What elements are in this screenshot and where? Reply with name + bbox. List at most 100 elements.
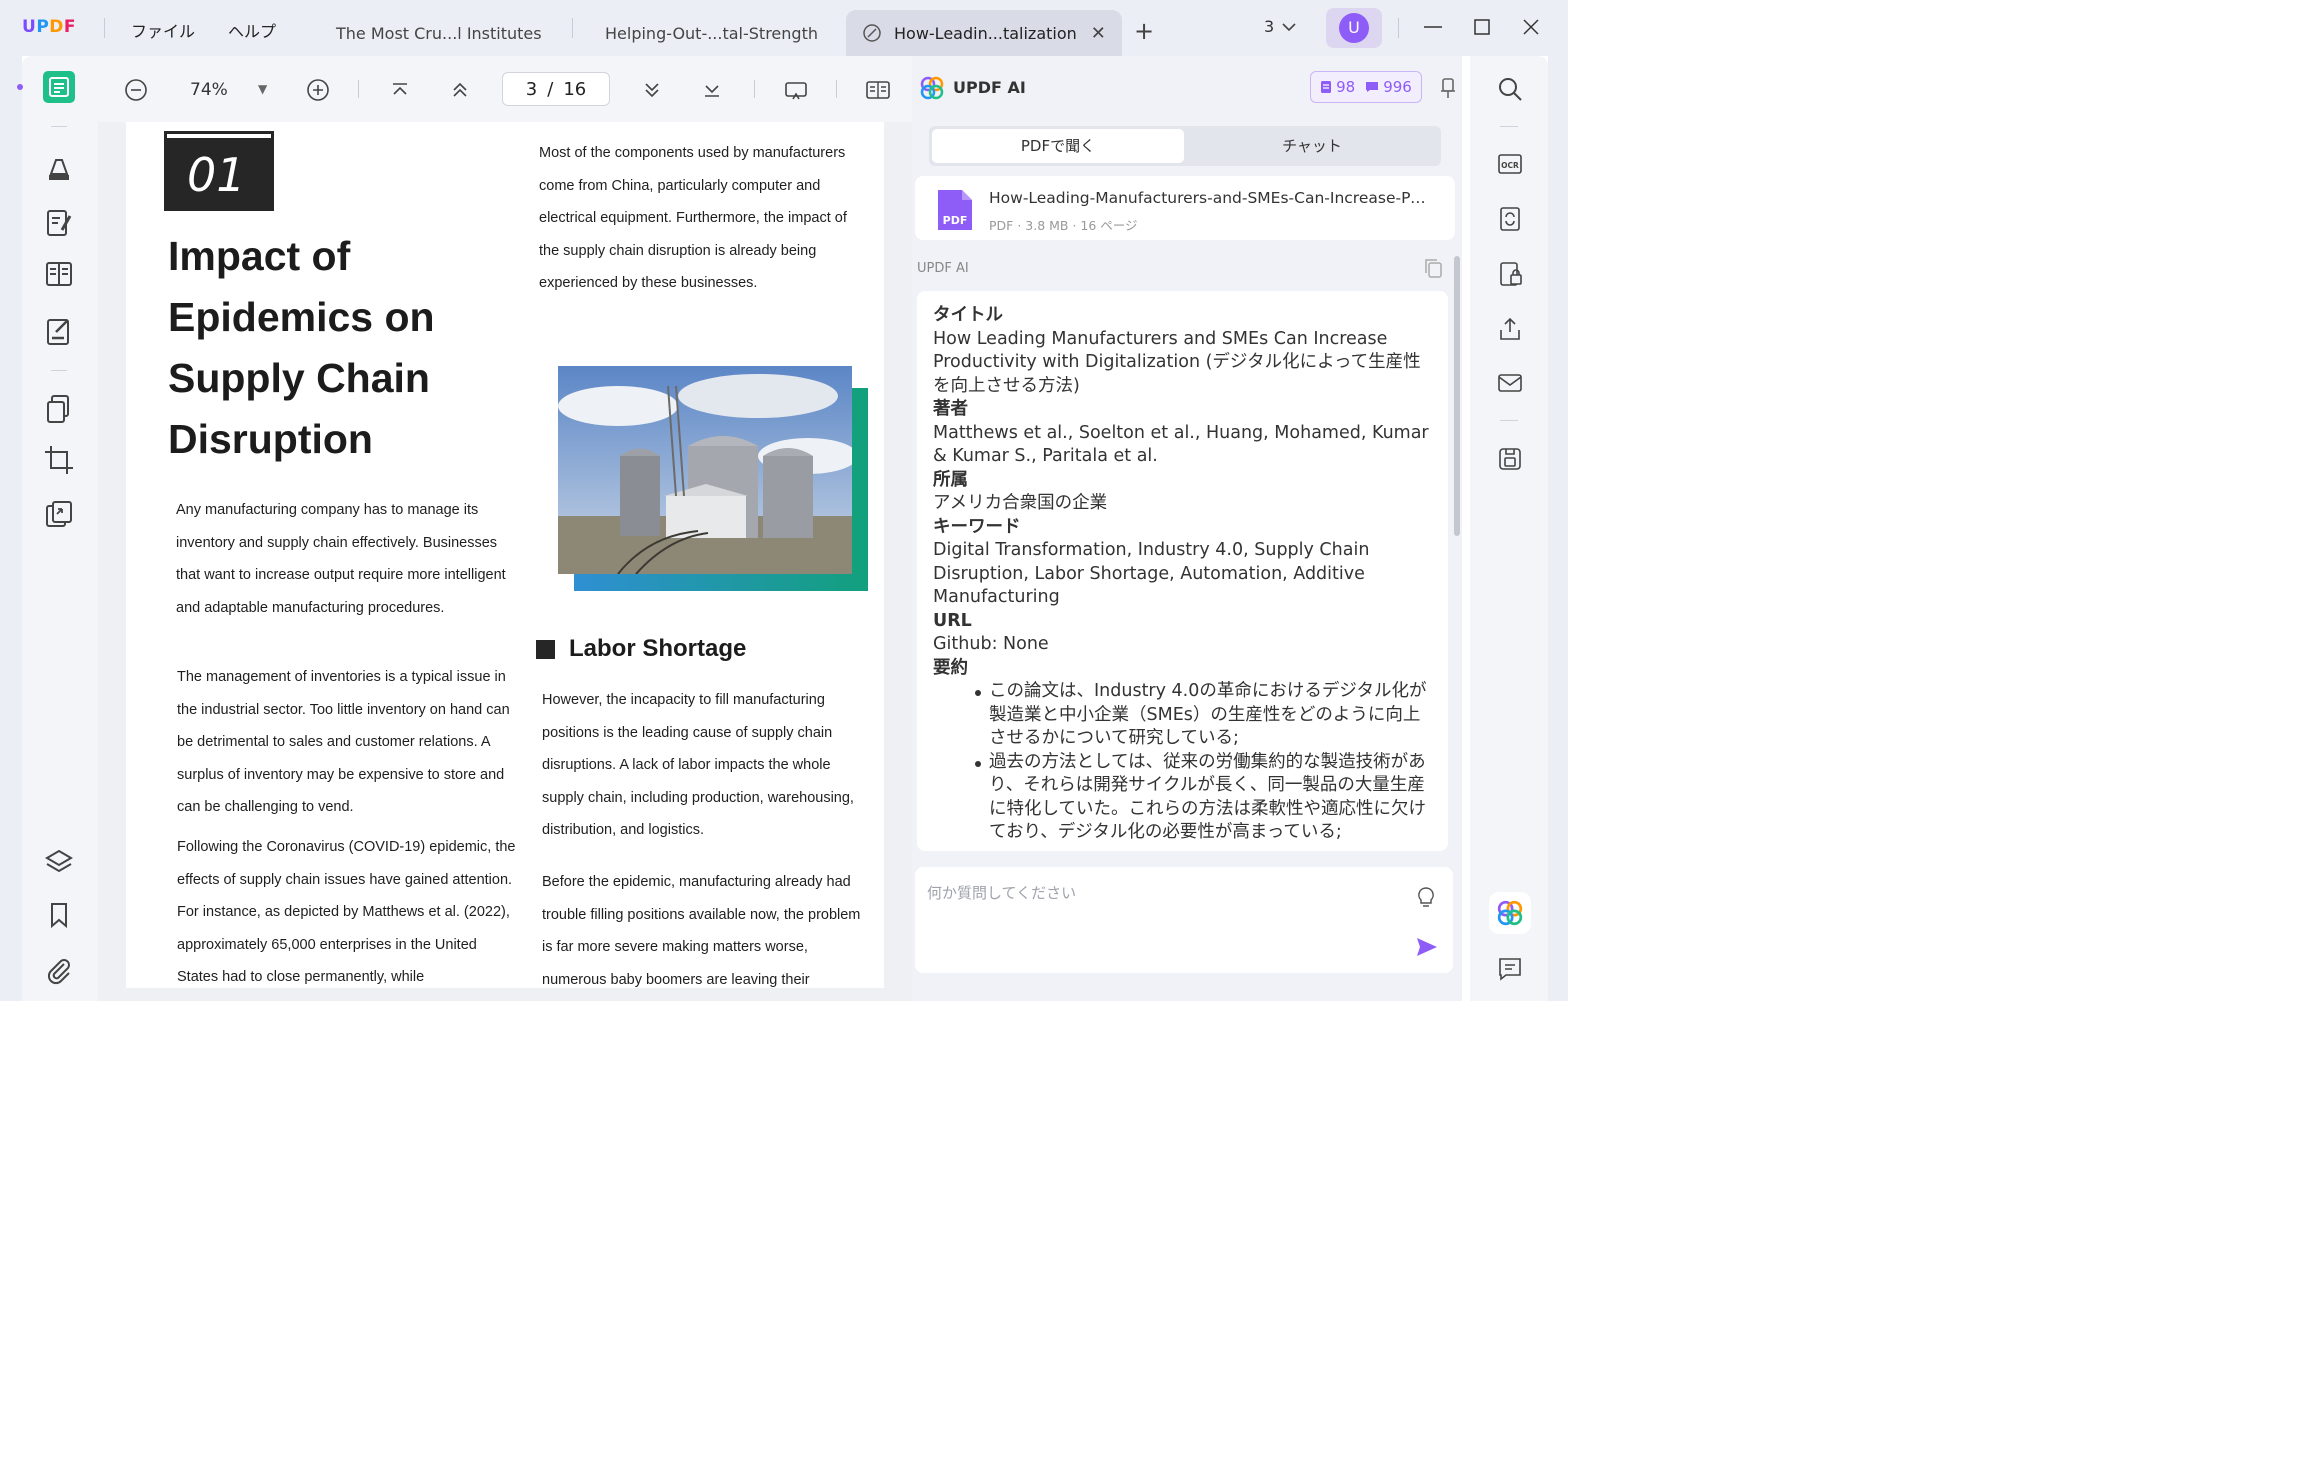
divider bbox=[1398, 18, 1399, 38]
response-heading: 著者 bbox=[933, 399, 968, 419]
search-icon[interactable] bbox=[1497, 76, 1523, 102]
pdf-paragraph: However, the incapacity to fill manufact… bbox=[542, 692, 854, 838]
pdf-paragraph: Before the epidemic, manufacturing alrea… bbox=[542, 874, 861, 988]
bookmark-icon[interactable] bbox=[42, 898, 76, 932]
pdf-heading: Impact of Epidemics on Supply Chain Disr… bbox=[168, 233, 435, 462]
ai-scrollbar[interactable] bbox=[1454, 256, 1460, 536]
updf-ai-icon bbox=[1497, 900, 1523, 926]
page-layout-icon[interactable] bbox=[42, 257, 76, 291]
ai-title: UPDF AI bbox=[953, 78, 1026, 97]
ocr-icon[interactable]: OCR bbox=[1497, 151, 1523, 177]
zoom-out-icon[interactable] bbox=[124, 78, 148, 102]
tab-ask-pdf[interactable]: PDFで聞く bbox=[932, 129, 1184, 163]
email-icon[interactable] bbox=[1497, 370, 1523, 396]
maximize-icon[interactable] bbox=[1471, 16, 1493, 38]
ai-mode-tabs: PDFで聞く チャット bbox=[929, 126, 1441, 166]
window-count-dropdown[interactable]: 3 bbox=[1264, 17, 1296, 36]
previous-page-icon[interactable] bbox=[448, 78, 472, 102]
pdf-page: 01 Impact of Epidemics on Supply Chain D… bbox=[126, 122, 884, 988]
response-text: How Leading Manufacturers and SMEs Can I… bbox=[933, 328, 1421, 396]
reader-mode-icon[interactable] bbox=[42, 70, 76, 104]
ai-response-card: タイトル How Leading Manufacturers and SMEs … bbox=[917, 291, 1448, 851]
menu-help[interactable]: ヘルプ bbox=[228, 18, 276, 42]
organize-pages-icon[interactable] bbox=[42, 392, 76, 426]
ai-quota-badge[interactable]: 98 996 bbox=[1310, 71, 1422, 103]
response-heading: URL bbox=[933, 610, 972, 631]
response-heading: タイトル bbox=[933, 305, 1003, 325]
lightbulb-icon[interactable] bbox=[1415, 885, 1437, 909]
tab-title: How-Leadin...talization bbox=[894, 23, 1077, 43]
zoom-level[interactable]: 74% bbox=[190, 80, 228, 100]
tab-chat[interactable]: チャット bbox=[1186, 129, 1438, 163]
copy-icon[interactable] bbox=[1423, 257, 1443, 279]
ai-response-body: タイトル How Leading Manufacturers and SMEs … bbox=[933, 304, 1435, 845]
section-heading-text: Labor Shortage bbox=[569, 635, 747, 662]
tab-document-1[interactable]: The Most Cru...l Institutes bbox=[320, 10, 558, 56]
updf-logo: UPDF bbox=[22, 17, 77, 37]
tab-title: Helping-Out-...tal-Strength bbox=[605, 23, 818, 43]
file-meta: PDF · 3.8 MB · 16 ページ bbox=[989, 218, 1138, 233]
section-number-badge: 01 bbox=[164, 131, 274, 211]
comments-list-icon[interactable] bbox=[1497, 956, 1523, 982]
presentation-icon[interactable] bbox=[784, 78, 808, 102]
save-icon[interactable] bbox=[1497, 446, 1523, 472]
page-view-icon[interactable] bbox=[866, 78, 890, 102]
divider bbox=[836, 80, 837, 98]
minimize-icon[interactable] bbox=[1422, 16, 1444, 38]
close-tab-icon[interactable]: ✕ bbox=[1091, 23, 1106, 44]
tab-title: The Most Cru...l Institutes bbox=[336, 23, 542, 43]
crop-icon[interactable] bbox=[42, 443, 76, 477]
divider bbox=[51, 370, 67, 371]
chat-icon bbox=[1366, 82, 1379, 92]
share-icon[interactable] bbox=[1497, 316, 1523, 342]
grain-silo-photo bbox=[558, 366, 868, 591]
attached-file-card[interactable]: PDF How-Leading-Manufacturers-and-SMEs-C… bbox=[915, 176, 1455, 240]
total-pages: 16 bbox=[563, 78, 587, 100]
zoom-dropdown-icon[interactable]: ▼ bbox=[258, 82, 267, 96]
last-page-icon[interactable] bbox=[700, 78, 724, 102]
divider bbox=[104, 18, 105, 38]
ai-header: UPDF AI 98 996 bbox=[912, 56, 1462, 120]
first-page-icon[interactable] bbox=[388, 78, 412, 102]
updf-ai-logo-icon bbox=[920, 76, 944, 100]
zoom-in-icon[interactable] bbox=[306, 78, 330, 102]
document-icon bbox=[1321, 81, 1332, 93]
doc-quota: 98 bbox=[1336, 78, 1356, 96]
divider bbox=[754, 80, 755, 98]
response-text: Digital Transformation, Industry 4.0, Su… bbox=[933, 540, 1370, 607]
pin-icon[interactable] bbox=[1438, 76, 1458, 100]
comment-highlighter-icon[interactable] bbox=[42, 150, 76, 184]
user-avatar[interactable]: U bbox=[1326, 8, 1382, 48]
protect-pdf-icon[interactable] bbox=[1497, 261, 1523, 287]
response-heading: キーワード bbox=[933, 516, 1021, 537]
pdf-paragraph: Following the Coronavirus (COVID-19) epi… bbox=[177, 839, 516, 985]
add-tab-button[interactable]: + bbox=[1134, 17, 1154, 45]
attachment-icon[interactable] bbox=[42, 954, 76, 988]
page-number-input[interactable]: 3 / 16 bbox=[502, 72, 610, 106]
edit-pdf-icon[interactable] bbox=[42, 206, 76, 240]
ai-assistant-panel: UPDF AI 98 996 PDFで聞く チャット PDF How-Leadi… bbox=[912, 56, 1462, 1001]
response-text: アメリカ合衆国の企業 bbox=[933, 493, 1108, 513]
menu-file[interactable]: ファイル bbox=[131, 18, 195, 42]
fill-sign-icon[interactable] bbox=[42, 314, 76, 348]
file-name: How-Leading-Manufacturers-and-SMEs-Can-I… bbox=[989, 189, 1429, 207]
response-heading: 要約 bbox=[933, 657, 968, 678]
section-number: 01 bbox=[187, 148, 246, 202]
window-frame-right bbox=[1548, 56, 1568, 1001]
layers-icon[interactable] bbox=[42, 844, 76, 878]
convert-pdf-icon[interactable] bbox=[1497, 206, 1523, 232]
send-icon[interactable] bbox=[1415, 936, 1439, 958]
ai-assistant-button[interactable] bbox=[1489, 892, 1531, 934]
divider bbox=[1500, 126, 1518, 127]
heading-square bbox=[536, 639, 555, 659]
tab-document-3[interactable]: How-Leadin...talization ✕ bbox=[846, 10, 1122, 56]
response-text: Github: None bbox=[933, 634, 1049, 654]
chevron-down-icon bbox=[1282, 22, 1296, 31]
next-page-icon[interactable] bbox=[640, 78, 664, 102]
convert-icon[interactable] bbox=[42, 498, 76, 532]
summary-bullet: 過去の方法としては、従来の労働集約的な製造技術があり、それらは開発サイクルが長く… bbox=[933, 751, 1435, 845]
divider bbox=[51, 126, 67, 127]
close-window-icon[interactable] bbox=[1520, 16, 1542, 38]
ai-question-input[interactable] bbox=[927, 881, 1407, 905]
tab-document-2[interactable]: Helping-Out-...tal-Strength bbox=[589, 10, 834, 56]
